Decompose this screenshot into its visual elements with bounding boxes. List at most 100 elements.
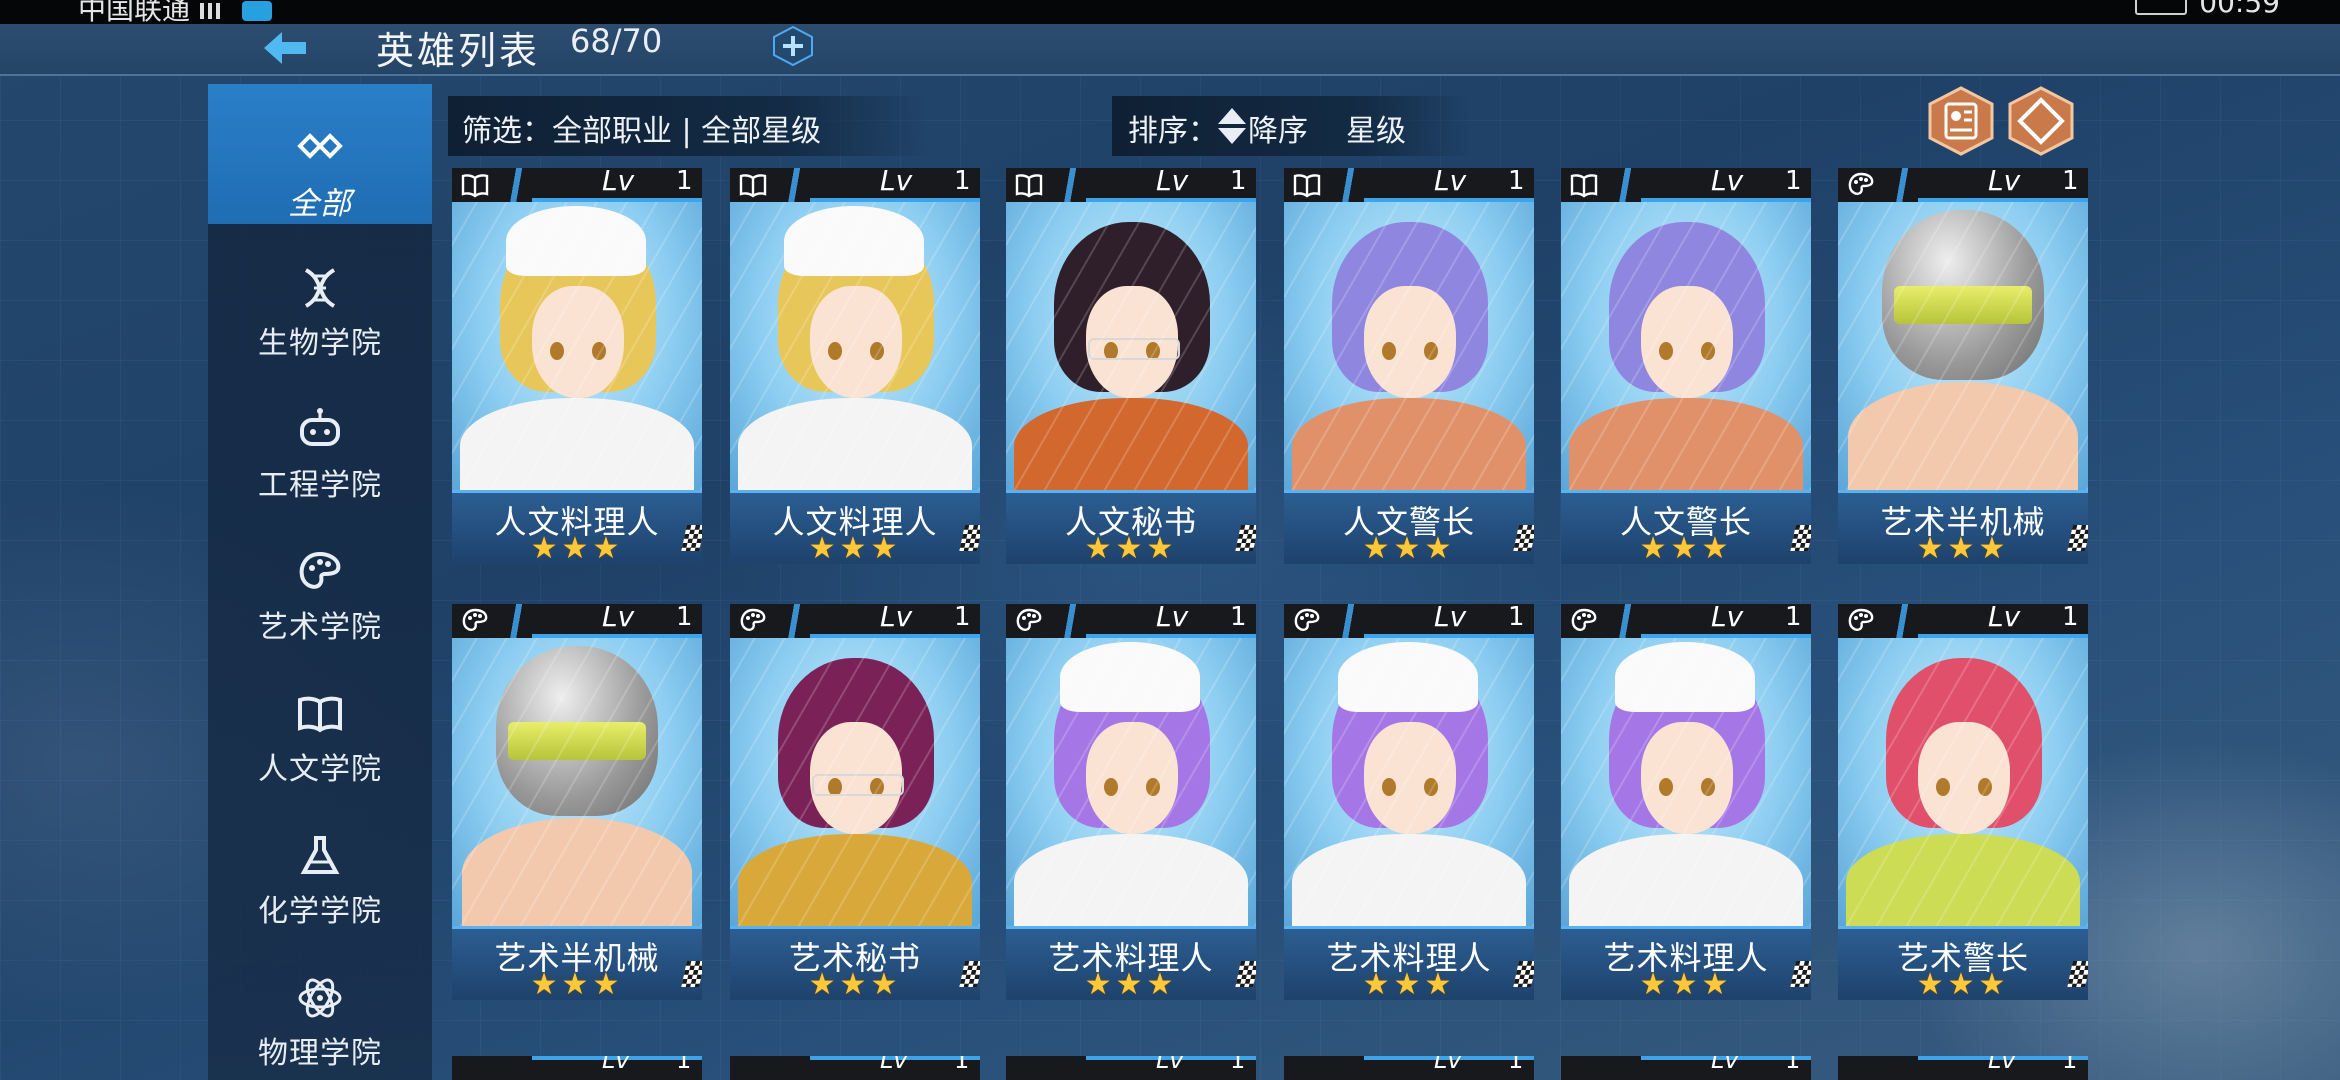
hero-portrait (1006, 202, 1256, 498)
hero-portrait (730, 202, 980, 498)
hero-portrait (1561, 202, 1811, 498)
hero-profile-button[interactable] (1926, 86, 1996, 156)
hero-card[interactable]: Lv 1 艺术料理人 ★★★ (1006, 604, 1256, 1000)
book-icon (460, 170, 490, 200)
sidebar-item-label: 艺术学院 (258, 610, 382, 645)
book-icon (1014, 170, 1044, 200)
sort-field-select[interactable]: 星级 (1346, 106, 1406, 150)
hero-card-partial[interactable]: Lv 1 (452, 1056, 702, 1080)
hero-portrait (452, 638, 702, 928)
level-label: Lv (1711, 604, 1744, 633)
level-value: 1 (1508, 604, 1525, 632)
page-title: 英雄列表 (376, 29, 541, 73)
hero-card-partial[interactable]: Lv 1 (1561, 1056, 1811, 1080)
card-header: Lv 1 (452, 168, 702, 202)
hero-card[interactable]: Lv 1 人文料理人 ★★★ (730, 168, 980, 564)
sort-bar: 排序： 降序 星级 (1112, 96, 1472, 156)
hero-card[interactable]: Lv 1 艺术料理人 ★★★ (1561, 604, 1811, 1000)
star-rating: ★★★ (1084, 967, 1178, 1000)
hero-card[interactable]: Lv 1 艺术警长 ★★★ (1838, 604, 2088, 1000)
palette-icon (738, 606, 768, 636)
hero-card[interactable]: Lv 1 人文警长 ★★★ (1561, 168, 1811, 564)
hero-card[interactable]: Lv 1 人文警长 ★★★ (1284, 168, 1534, 564)
level-value: 1 (954, 604, 971, 632)
card-namebar: 人文秘书 ★★★ (1006, 490, 1256, 564)
level-label: Lv (1988, 168, 2021, 197)
book-icon (1292, 170, 1322, 200)
hero-card[interactable]: Lv 1 人文秘书 ★★★ (1006, 168, 1256, 564)
card-namebar: 艺术料理人 ★★★ (1561, 926, 1811, 1000)
expand-view-button[interactable] (2006, 86, 2076, 156)
star-rating: ★★★ (1639, 967, 1733, 1000)
card-header: Lv 1 (1006, 604, 1256, 638)
sort-label: 排序： (1128, 114, 1218, 149)
star-rating: ★★★ (1916, 967, 2010, 1000)
back-arrow-icon[interactable] (258, 26, 312, 70)
hero-card-partial[interactable]: Lv 1 (1838, 1056, 2088, 1080)
hero-portrait (452, 202, 702, 498)
hero-card[interactable]: Lv 1 艺术半机械 ★★★ (452, 604, 702, 1000)
sidebar-item-art[interactable]: 艺术学院 (208, 510, 432, 650)
hero-card[interactable]: Lv 1 艺术料理人 ★★★ (1284, 604, 1534, 1000)
card-header: Lv 1 (1561, 604, 1811, 638)
card-namebar: 艺术半机械 ★★★ (1838, 490, 2088, 564)
network-icon (242, 1, 273, 21)
hero-portrait (1006, 638, 1256, 934)
card-namebar: 艺术料理人 ★★★ (1006, 926, 1256, 1000)
hero-card-partial[interactable]: Lv 1 (730, 1056, 980, 1080)
star-rating: ★★★ (530, 967, 624, 1000)
book-icon (738, 170, 768, 200)
level-label: Lv (1988, 604, 2021, 633)
hero-portrait (1561, 638, 1811, 934)
palette-icon (299, 551, 341, 589)
star-rating: ★★★ (1639, 531, 1733, 564)
hero-portrait (730, 638, 980, 934)
level-value: 1 (676, 168, 693, 196)
hero-card[interactable]: Lv 1 人文料理人 ★★★ (452, 168, 702, 564)
faculty-sidebar: 全部 生物学院 工程学院 艺术学院 人文学院 化学学院 物理学院 (208, 84, 432, 1080)
clock: 00:59 (2135, 0, 2280, 19)
sidebar-item-biology[interactable]: 生物学院 (208, 226, 432, 366)
sidebar-item-chemistry[interactable]: 化学学院 (208, 794, 432, 934)
dna-icon (304, 268, 336, 308)
sort-order-toggle[interactable]: 降序 (1248, 106, 1308, 150)
sidebar-item-all[interactable]: 全部 (208, 84, 432, 224)
sidebar-item-label: 物理学院 (258, 1036, 382, 1071)
palette-icon (1014, 606, 1044, 636)
card-namebar: 艺术半机械 ★★★ (452, 926, 702, 1000)
filter-button[interactable]: 筛选：全部职业 | 全部星级 (448, 96, 928, 156)
card-namebar: 人文警长 ★★★ (1561, 490, 1811, 564)
status-bar: 中国联通 00:59 (0, 0, 2340, 26)
filter-label: 筛选：全部职业 | 全部星级 (462, 114, 822, 149)
level-label: Lv (602, 604, 635, 633)
palette-icon (1846, 170, 1876, 200)
sidebar-item-engineering[interactable]: 工程学院 (208, 368, 432, 508)
hero-portrait (1284, 202, 1534, 498)
level-label: Lv (880, 604, 913, 633)
star-rating: ★★★ (808, 967, 902, 1000)
level-label: Lv (602, 168, 635, 197)
card-namebar: 艺术警长 ★★★ (1838, 926, 2088, 1000)
card-header: Lv 1 (1838, 604, 2088, 638)
hero-portrait (1838, 202, 2088, 492)
hero-card-partial[interactable]: Lv 1 (1284, 1056, 1534, 1080)
level-label: Lv (1156, 604, 1189, 633)
sidebar-item-label: 人文学院 (258, 752, 382, 787)
robot-icon (300, 408, 340, 446)
add-slot-button[interactable] (772, 26, 814, 66)
hero-card[interactable]: Lv 1 艺术半机械 ★★★ (1838, 168, 2088, 564)
battery-icon (2135, 0, 2188, 15)
level-value: 1 (2062, 604, 2079, 632)
sort-arrows-icon[interactable] (1216, 106, 1248, 146)
sidebar-item-label: 化学学院 (258, 894, 382, 929)
atom-icon (298, 978, 342, 1018)
level-label: Lv (1711, 168, 1744, 197)
hero-card[interactable]: Lv 1 艺术秘书 ★★★ (730, 604, 980, 1000)
sidebar-item-humanities[interactable]: 人文学院 (208, 652, 432, 792)
hero-card-partial[interactable]: Lv 1 (1006, 1056, 1256, 1080)
card-header: Lv 1 (1561, 168, 1811, 202)
sidebar-item-physics[interactable]: 物理学院 (208, 936, 432, 1076)
star-rating: ★★★ (1916, 531, 2010, 564)
card-header: Lv 1 (452, 604, 702, 638)
card-header: Lv 1 (730, 604, 980, 638)
